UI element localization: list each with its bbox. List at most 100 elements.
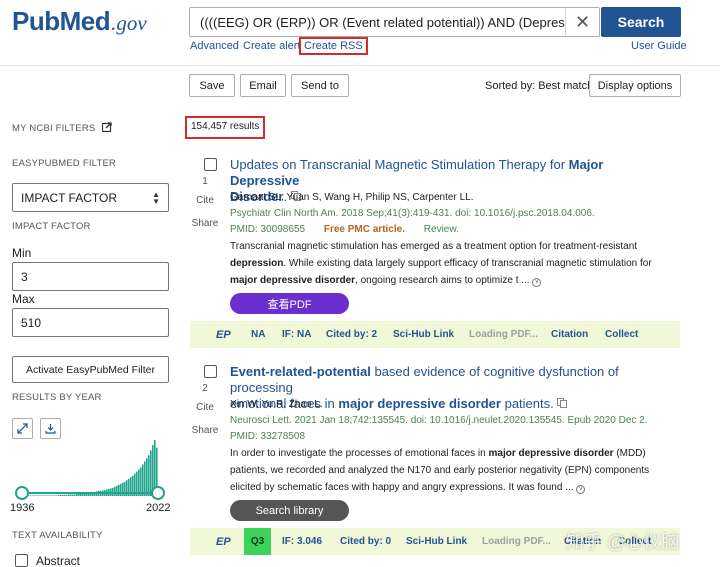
result-checkbox[interactable] bbox=[204, 158, 217, 171]
display-options-button[interactable]: Display options bbox=[589, 74, 681, 97]
result-item: 1 Cite Share Updates on Transcranial Mag… bbox=[190, 156, 680, 324]
article-citation: Neurosci Lett. 2021 Jan 18;742:135545. d… bbox=[230, 415, 648, 426]
header: PubMed.gov ✕ Search Advanced Create aler… bbox=[0, 0, 720, 66]
free-pmc-badge[interactable]: Free PMC article. bbox=[324, 224, 405, 235]
snippet-text: (MDD) bbox=[613, 448, 646, 459]
select-arrows-icon: ▲ ▼ bbox=[152, 190, 160, 206]
cited-by-link[interactable]: Cited by: 0 bbox=[340, 536, 391, 547]
watermark-text: 知乎 @心仪脑 bbox=[566, 532, 680, 552]
histogram-bar bbox=[66, 494, 68, 496]
quartile-label: NA bbox=[251, 329, 266, 340]
histogram-bar bbox=[30, 495, 32, 496]
scihub-link[interactable]: Sci-Hub Link bbox=[393, 329, 454, 340]
advanced-link[interactable]: Advanced bbox=[190, 40, 239, 52]
loading-pdf-label: Loading PDF... bbox=[482, 536, 551, 547]
my-ncbi-filters-heading[interactable]: MY NCBI FILTERS bbox=[12, 122, 112, 134]
article-pmid: PMID: 33278508 bbox=[230, 431, 306, 442]
create-rss-link[interactable]: Create RSS bbox=[299, 37, 368, 55]
snippet-highlight: major depressive disorder bbox=[488, 448, 614, 459]
histogram-bar bbox=[58, 494, 60, 496]
send-to-button[interactable]: Send to bbox=[291, 74, 349, 97]
ep-logo: EP bbox=[216, 329, 231, 341]
abstract-label: Abstract bbox=[36, 554, 81, 567]
share-button[interactable]: Share bbox=[190, 425, 220, 436]
year-slider-track bbox=[22, 492, 158, 494]
expand-snippet-icon[interactable]: v bbox=[532, 278, 542, 287]
histogram-bar bbox=[146, 458, 148, 496]
quartile-badge: Q3 bbox=[244, 528, 271, 555]
article-snippet: In order to investigate the processes of… bbox=[230, 445, 670, 496]
histogram-bar bbox=[60, 494, 62, 496]
snippet-line: Transcranial magnetic stimulation has em… bbox=[230, 241, 638, 252]
pubmed-logo[interactable]: Pub Med .gov bbox=[12, 6, 147, 40]
snippet-line: patients, we recorded and analyzed the N… bbox=[230, 465, 650, 476]
histogram-bar bbox=[116, 485, 118, 496]
max-input[interactable]: 510 bbox=[12, 308, 169, 337]
histogram-bar bbox=[148, 455, 150, 496]
histogram-bar bbox=[40, 495, 42, 496]
share-button[interactable]: Share bbox=[190, 218, 220, 229]
collect-link[interactable]: Collect bbox=[605, 329, 638, 340]
impact-factor-value: IF: NA bbox=[282, 329, 312, 340]
user-guide-link[interactable]: User Guide bbox=[631, 40, 687, 52]
result-checkbox[interactable] bbox=[204, 365, 217, 378]
clear-icon[interactable]: ✕ bbox=[565, 8, 599, 36]
histogram-bar bbox=[38, 495, 40, 496]
year-start-label: 1936 bbox=[10, 502, 35, 514]
snippet-text: , ongoing research aims to optimize t ..… bbox=[355, 275, 530, 286]
year-slider-start-handle[interactable] bbox=[15, 486, 29, 500]
article-pmid: PMID: 30098655 bbox=[230, 224, 306, 235]
article-citation: Psychiatr Clin North Am. 2018 Sep;41(3):… bbox=[230, 208, 595, 219]
scihub-link[interactable]: Sci-Hub Link bbox=[406, 536, 467, 547]
histogram-bar bbox=[120, 483, 122, 496]
max-label: Max bbox=[12, 292, 35, 306]
save-button[interactable]: Save bbox=[189, 74, 235, 97]
search-input[interactable] bbox=[190, 8, 566, 36]
copy-icon bbox=[557, 398, 568, 408]
logo-med: Med bbox=[59, 6, 111, 36]
review-badge: Review. bbox=[423, 224, 459, 235]
search-library-button[interactable]: Search library bbox=[230, 500, 349, 521]
search-button[interactable]: Search bbox=[601, 7, 681, 37]
results-by-year-histogram bbox=[22, 440, 158, 496]
view-pdf-button[interactable]: 查看PDF bbox=[230, 293, 349, 314]
results-toolbar: Save Email Send to Sorted by: Best match… bbox=[0, 66, 720, 106]
sort-label: Sorted by: Best match bbox=[485, 80, 594, 92]
impact-factor-value: IF: 3.046 bbox=[282, 536, 323, 547]
histogram-bar bbox=[36, 495, 38, 496]
cited-by-link[interactable]: Cited by: 2 bbox=[326, 329, 377, 340]
histogram-bar bbox=[80, 493, 82, 496]
histogram-bar bbox=[122, 482, 124, 496]
expand-snippet-icon[interactable]: v bbox=[576, 485, 586, 494]
snippet-line: major depressive disorder, ongoing resea… bbox=[230, 272, 670, 289]
histogram-bar bbox=[144, 461, 146, 496]
result-number: 1 bbox=[202, 176, 208, 187]
title-part: Updates on Transcranial Magnetic Stimula… bbox=[230, 157, 569, 172]
result-number: 2 bbox=[202, 383, 208, 394]
min-input[interactable]: 3 bbox=[12, 262, 169, 291]
create-alert-link[interactable]: Create alert bbox=[243, 40, 300, 52]
impact-factor-select[interactable]: IMPACT FACTOR ▲ ▼ bbox=[12, 183, 169, 212]
snippet-line: depression. While existing data largely … bbox=[230, 255, 670, 272]
article-authors: Garnaat SL, Yuan S, Wang H, Philip NS, C… bbox=[230, 192, 474, 203]
results-count: 154,457 results bbox=[185, 116, 266, 139]
easypubmed-bar: EP NA IF: NA Cited by: 2 Sci-Hub Link Lo… bbox=[190, 321, 680, 348]
snippet-text: . While existing data largely support ef… bbox=[283, 258, 652, 269]
year-slider-end-handle[interactable] bbox=[151, 486, 165, 500]
title-highlight: major depressive disorder bbox=[338, 396, 501, 411]
download-icon bbox=[45, 424, 56, 434]
cite-button[interactable]: Cite bbox=[190, 402, 220, 413]
histogram-bar bbox=[54, 495, 56, 496]
abstract-checkbox[interactable] bbox=[15, 554, 28, 567]
activate-easypubmed-button[interactable]: Activate EasyPubMed Filter bbox=[12, 356, 169, 383]
histogram-bar bbox=[68, 494, 70, 496]
histogram-bar bbox=[46, 495, 48, 496]
histogram-bar bbox=[70, 494, 72, 496]
email-button[interactable]: Email bbox=[240, 74, 286, 97]
cite-button[interactable]: Cite bbox=[190, 195, 220, 206]
histogram-bar bbox=[74, 494, 76, 496]
citation-link[interactable]: Citation bbox=[551, 329, 588, 340]
histogram-bar bbox=[50, 495, 52, 496]
histogram-bar bbox=[64, 494, 66, 496]
snippet-text: In order to investigate the processes of… bbox=[230, 448, 489, 459]
